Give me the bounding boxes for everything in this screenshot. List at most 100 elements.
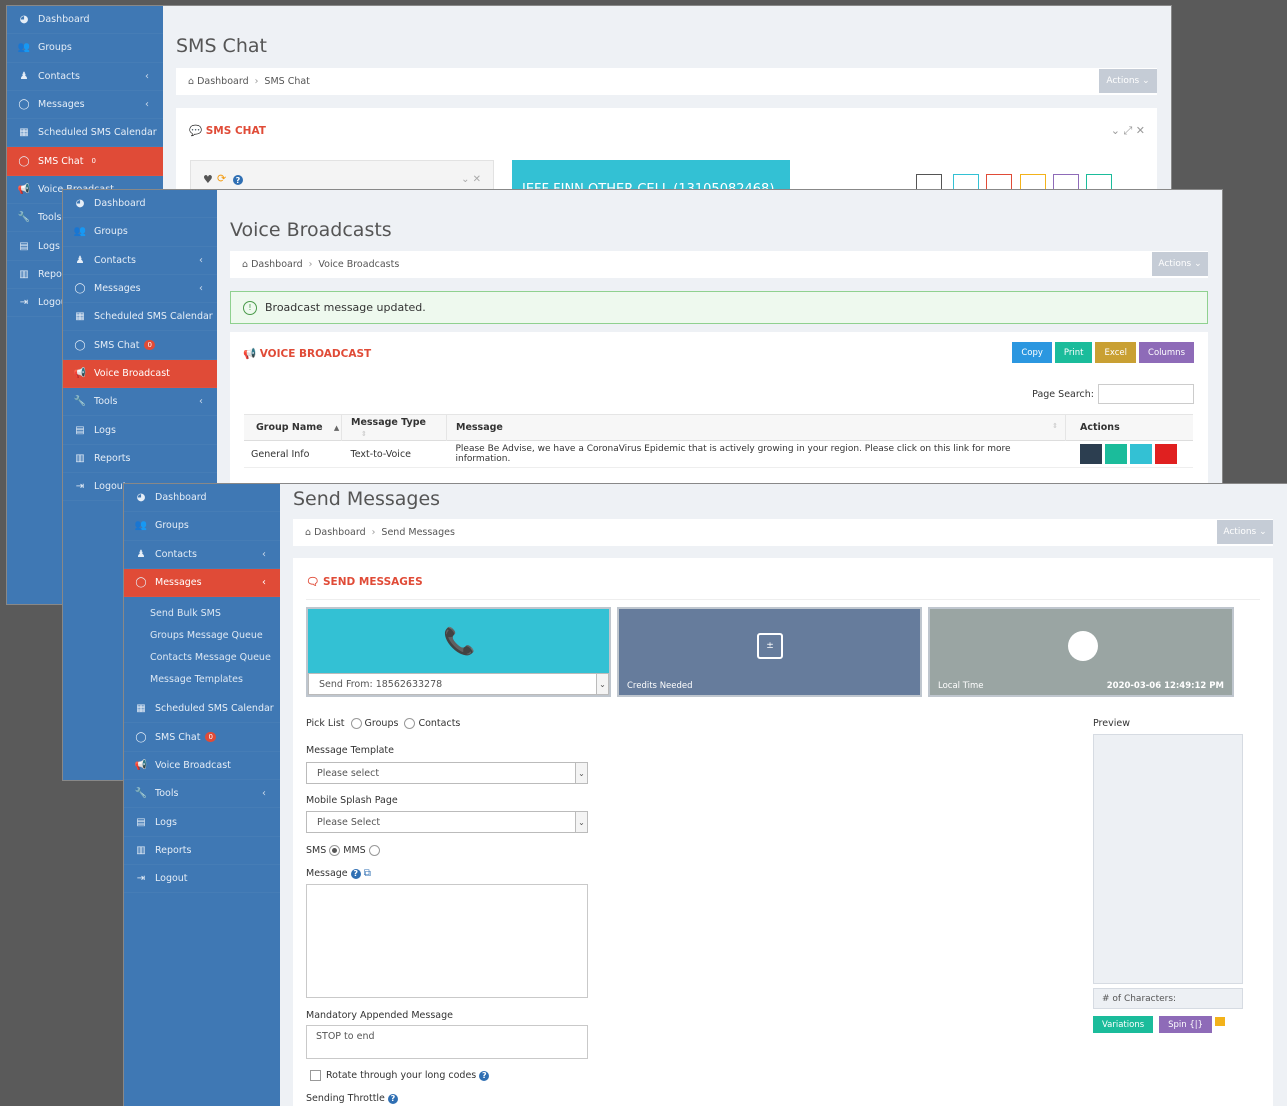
sidebar-item-messages[interactable]: ◯ Messages ‹ xyxy=(7,91,163,120)
sidebar-item-messages[interactable]: ◯ Messages ‹ xyxy=(63,275,217,304)
pick-list-row: Pick List Groups Contacts xyxy=(306,718,461,729)
panel-controls[interactable]: ⌄ ⤢ ✕ xyxy=(1111,124,1145,138)
column-header[interactable]: Group Name ▲ xyxy=(244,414,342,441)
sidebar-item-groups[interactable]: 👥 Groups xyxy=(63,218,217,247)
comment-icon: ◯ xyxy=(135,577,147,589)
help-icon[interactable]: ? xyxy=(350,868,361,879)
unread-badge: 0 xyxy=(205,732,216,743)
help-icon[interactable]: ? xyxy=(233,175,243,185)
breadcrumb-home[interactable]: Dashboard xyxy=(251,259,303,270)
sms-radio[interactable] xyxy=(329,845,341,856)
actions-button[interactable]: Actions ⌄ xyxy=(1099,69,1157,93)
sidebar-item-scheduled[interactable]: ▦ Scheduled SMS Calendar xyxy=(63,303,217,332)
sidebar-item-tools[interactable]: 🔧 Tools ‹ xyxy=(124,780,280,809)
groups-radio[interactable] xyxy=(350,718,362,729)
edit-icon-button[interactable] xyxy=(1129,444,1152,464)
bullhorn-icon: 📢 xyxy=(73,367,87,379)
cell-message-type: Text-to-Voice xyxy=(350,448,412,460)
sidebar-item-messages[interactable]: ◯ Messages ‹ xyxy=(124,568,280,598)
submenu-send-bulk-sms[interactable]: Send Bulk SMS xyxy=(124,602,280,624)
actions-button[interactable]: Actions ⌄ xyxy=(1152,252,1208,276)
sidebar-item-voice-broadcast[interactable]: 📢Voice Broadcast xyxy=(63,359,217,389)
table-icon[interactable] xyxy=(1215,1017,1226,1026)
sidebar-item-reports[interactable]: ▥ Reports xyxy=(124,837,280,865)
bar-chart-icon: ▥ xyxy=(75,452,85,464)
user-icon: ♟ xyxy=(19,70,29,82)
mms-radio[interactable] xyxy=(368,845,380,856)
sidebar-item-contacts[interactable]: ♟ Contacts ‹ xyxy=(7,63,163,91)
send-from-select[interactable]: Send From: 18562633278 ⌄ xyxy=(308,673,609,695)
sidebar-item-logs[interactable]: ▤ Logs xyxy=(124,808,280,837)
calculator-icon: ± xyxy=(757,633,783,659)
submenu-contacts-message-queue[interactable]: Contacts Message Queue xyxy=(124,646,280,668)
submenu-groups-message-queue[interactable]: Groups Message Queue xyxy=(124,624,280,646)
collapse-controls[interactable]: ⌄ ✕ xyxy=(461,174,481,185)
appended-message-label: Mandatory Appended Message xyxy=(306,1010,453,1021)
splash-page-select[interactable]: Please Select ⌄ xyxy=(306,811,588,833)
wrench-icon: 🔧 xyxy=(73,396,87,408)
contacts-radio[interactable] xyxy=(404,718,416,729)
sidebar-item-contacts[interactable]: ♟ Contacts ‹ xyxy=(124,541,280,569)
sidebar-item-dashboard[interactable]: ◕ Dashboard xyxy=(63,190,217,219)
table-row: General Info Text-to-Voice Please Be Adv… xyxy=(244,441,1193,468)
appended-message-textarea[interactable]: STOP to end xyxy=(306,1025,588,1059)
comment-icon: ◯ xyxy=(74,283,86,295)
delete-icon-button[interactable] xyxy=(1154,444,1177,464)
sidebar-item-logout[interactable]: ⇥ Logout xyxy=(124,865,280,894)
actions-button[interactable]: Actions ⌄ xyxy=(1217,520,1273,544)
user-icon-button[interactable] xyxy=(1079,444,1102,464)
sidebar-item-groups[interactable]: 👥 Groups xyxy=(7,34,163,63)
sidebar-item-scheduled[interactable]: ▦ Scheduled SMS Calendar xyxy=(124,695,280,724)
rotate-checkbox[interactable] xyxy=(310,1070,321,1081)
message-textarea[interactable] xyxy=(306,884,588,998)
column-header[interactable]: Message Type ⇕ xyxy=(341,414,447,441)
refresh-icon[interactable]: ⟳ xyxy=(217,172,226,185)
sidebar-item-sms-chat[interactable]: ◯ SMS Chat 0 xyxy=(124,723,280,752)
sidebar-item-contacts[interactable]: ♟ Contacts ‹ xyxy=(63,247,217,275)
chevron-left-icon: ‹ xyxy=(145,70,149,82)
breadcrumb: ⌂ Dashboard › SMS Chat xyxy=(176,68,1157,95)
columns-button[interactable]: Columns xyxy=(1139,342,1194,363)
help-icon[interactable]: ? xyxy=(479,1070,490,1081)
breadcrumb: ⌂ Dashboard › Send Messages xyxy=(293,519,1273,546)
sidebar-item-reports[interactable]: ▥ Reports xyxy=(63,445,217,473)
breadcrumb-home[interactable]: Dashboard xyxy=(197,76,249,87)
sidebar-item-dashboard[interactable]: ◕ Dashboard xyxy=(7,6,163,35)
sidebar-item-sms-chat[interactable]: ◯ SMS Chat 0 xyxy=(63,331,217,360)
local-time-tile: Local Time 2020-03-06 12:49:12 PM xyxy=(928,607,1234,697)
calendar-icon: ▦ xyxy=(136,703,146,715)
success-alert: ! Broadcast message updated. xyxy=(230,291,1208,324)
groups-icon: 👥 xyxy=(17,42,31,54)
sidebar-item-tools[interactable]: 🔧 Tools ‹ xyxy=(63,388,217,417)
submenu-message-templates[interactable]: Message Templates xyxy=(124,668,280,690)
print-button[interactable]: Print xyxy=(1054,342,1093,363)
panel-title: 💬 SMS CHAT xyxy=(189,125,266,137)
spin-button[interactable]: Spin {|} xyxy=(1159,1016,1213,1033)
preview-label: Preview xyxy=(1093,718,1130,729)
breadcrumb-home[interactable]: Dashboard xyxy=(314,527,366,538)
sidebar-item-groups[interactable]: 👥 Groups xyxy=(124,512,280,541)
breadcrumb-separator: › xyxy=(371,527,376,538)
splash-page-label: Mobile Splash Page xyxy=(306,795,398,806)
excel-button[interactable]: Excel xyxy=(1095,342,1137,363)
cell-group-name: General Info xyxy=(251,448,310,460)
sidebar-item-voice-broadcast[interactable]: 📢Voice Broadcast xyxy=(124,752,280,781)
sidebar-item-logs[interactable]: ▤ Logs xyxy=(63,416,217,445)
tags-icon[interactable]: ⧉ xyxy=(364,868,371,879)
message-template-label: Message Template xyxy=(306,745,395,756)
variations-button[interactable]: Variations xyxy=(1093,1016,1154,1033)
help-icon[interactable]: ? xyxy=(387,1093,398,1104)
phone-icon-button[interactable] xyxy=(1104,444,1127,464)
message-template-select[interactable]: Please select ⌄ xyxy=(306,762,588,784)
sidebar-item-dashboard[interactable]: ◕ Dashboard xyxy=(124,484,280,513)
sidebar-item-sms-chat[interactable]: ◯ SMS Chat 0 xyxy=(7,147,163,176)
page-search: Page Search: xyxy=(1032,384,1194,404)
page-search-input[interactable] xyxy=(1098,384,1194,404)
sort-icon: ⇕ xyxy=(361,429,367,438)
heart-icon[interactable]: ♥ xyxy=(203,173,213,186)
chevron-left-icon: ‹ xyxy=(145,99,149,111)
copy-button[interactable]: Copy xyxy=(1012,342,1052,363)
chat-icon: ◯ xyxy=(135,731,147,743)
column-header[interactable]: Message ⇕ xyxy=(446,414,1066,441)
sidebar-item-scheduled[interactable]: ▦ Scheduled SMS Calendar xyxy=(7,119,163,148)
